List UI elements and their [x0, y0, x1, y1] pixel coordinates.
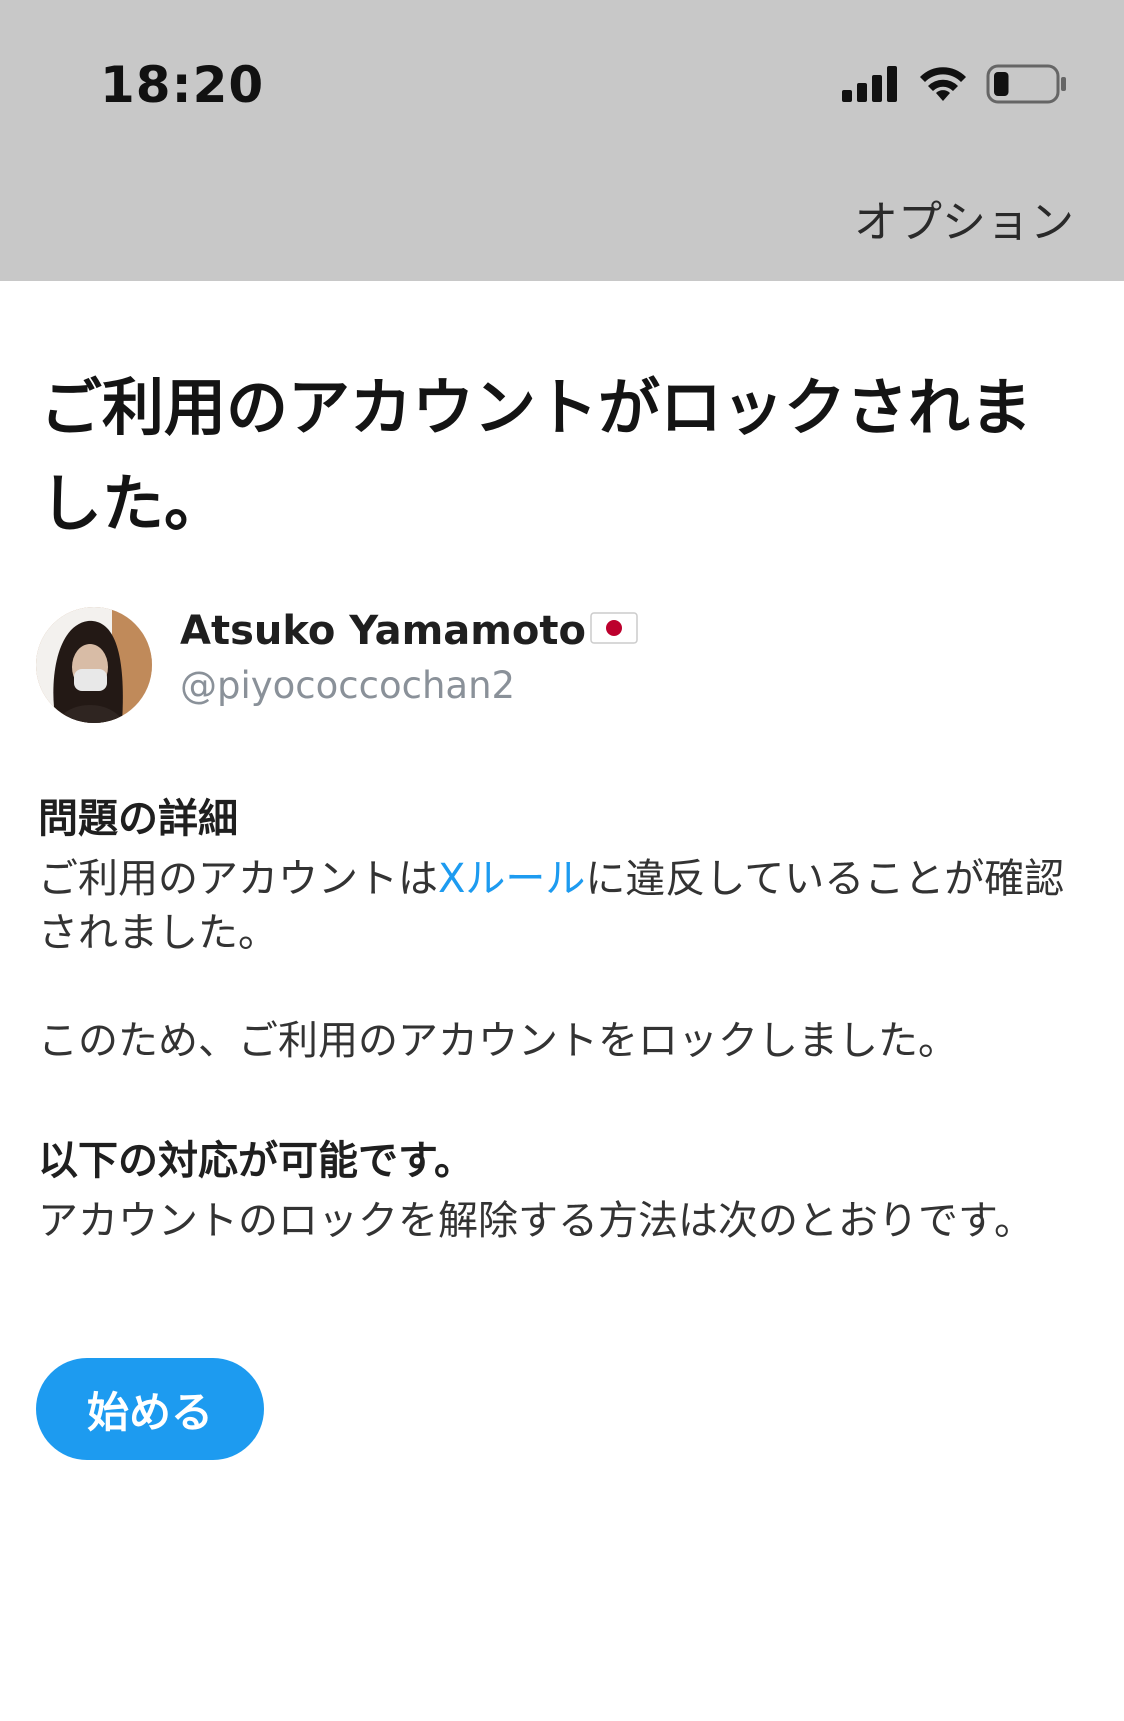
- cellular-signal-icon: [842, 66, 900, 106]
- user-name: Atsuko Yamamoto: [180, 608, 638, 654]
- x-rules-link[interactable]: Xルール: [438, 856, 585, 902]
- details-heading: 問題の詳細: [38, 796, 238, 842]
- unlock-instructions: アカウントのロックを解除する方法は次のとおりです。: [38, 1198, 1034, 1244]
- page-title: ご利用のアカウントがロックされました。: [40, 371, 1033, 540]
- wifi-icon: [918, 65, 968, 107]
- japan-flag-icon: [590, 608, 638, 654]
- start-button[interactable]: 始める: [36, 1358, 264, 1460]
- violation-text-before: ご利用のアカウントは: [38, 856, 438, 902]
- next-steps-heading: 以下の対応が可能です。: [38, 1138, 474, 1184]
- user-handle: @piyococcochan2: [180, 664, 516, 707]
- status-time: 18:20: [100, 56, 265, 114]
- options-link[interactable]: オプション: [854, 186, 1074, 250]
- battery-icon: [986, 64, 1068, 108]
- status-icons: [842, 64, 1068, 108]
- user-display-name: Atsuko Yamamoto: [180, 608, 587, 654]
- lock-message: このため、ご利用のアカウントをロックしました。: [38, 1018, 958, 1064]
- top-bar: 18:20 オプション: [0, 0, 1124, 281]
- violation-message: ご利用のアカウントはXルールに違反していることが確認されました。: [38, 852, 1088, 960]
- user-avatar: [36, 607, 152, 723]
